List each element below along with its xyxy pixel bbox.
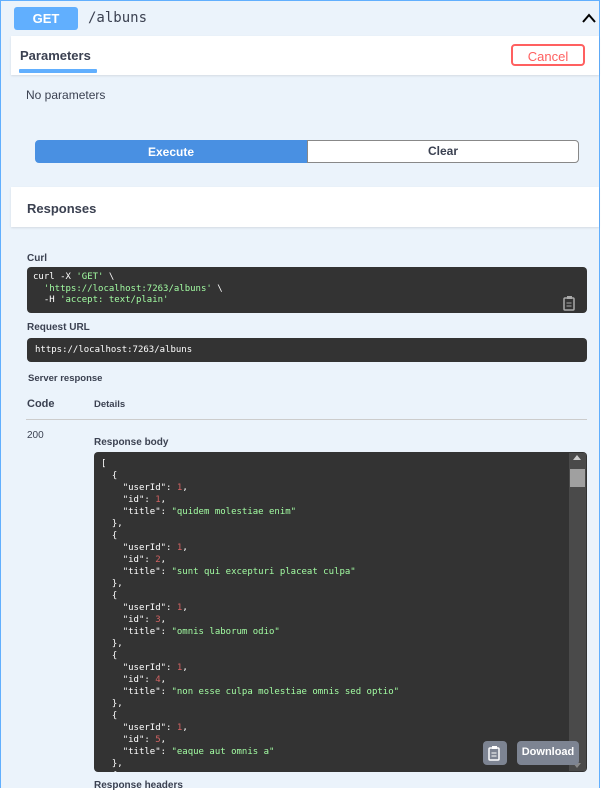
json-key-userid: "userId": [122, 483, 167, 493]
json-value-title: "sunt qui excepturi placeat culpa": [171, 567, 356, 577]
code-column-header: Code: [27, 398, 55, 410]
status-code: 200: [27, 430, 44, 441]
json-value-userid: 1: [176, 663, 183, 673]
tab-parameters[interactable]: Parameters: [20, 48, 91, 63]
table-divider: [26, 419, 587, 420]
json-key-title: "title": [122, 567, 161, 577]
json-key-title: "title": [122, 507, 161, 517]
details-column-header: Details: [94, 399, 126, 410]
responses-header: Responses: [11, 187, 599, 227]
clipboard-icon: [488, 746, 500, 761]
json-value-userid: 1: [176, 483, 183, 493]
scroll-thumb[interactable]: [570, 469, 585, 487]
json-value-userid: 1: [176, 723, 183, 733]
json-object: { "userId": 1, "id": 1, "title": "quidem…: [111, 471, 297, 529]
json-value-id: 4: [155, 675, 161, 685]
json-object: { "userId": 1, "id": 3, "title": "omnis …: [111, 591, 280, 649]
json-key-title: "title": [122, 747, 161, 757]
operation-path: /albuns: [88, 10, 148, 26]
json-key-userid: "userId": [122, 723, 167, 733]
curl-line1-end: \: [103, 272, 115, 282]
json-key-id: "id": [122, 495, 145, 505]
clear-button[interactable]: Clear: [307, 140, 579, 163]
responses-title: Responses: [27, 201, 97, 216]
json-key-title: "title": [122, 627, 161, 637]
json-value-id: 1: [155, 495, 161, 505]
json-key-userid: "userId": [122, 543, 167, 553]
json-key-userid: "userId": [122, 663, 167, 673]
no-parameters-text: No parameters: [26, 88, 106, 102]
json-value-title: "eaque aut omnis a": [171, 747, 275, 757]
curl-label: Curl: [27, 253, 47, 264]
execute-button[interactable]: Execute: [35, 140, 307, 163]
curl-method: 'GET': [76, 272, 104, 282]
scroll-up-arrow[interactable]: [573, 455, 581, 460]
json-key-id: "id": [122, 555, 145, 565]
curl-header: 'accept: text/plain': [60, 295, 169, 305]
json-value-userid: 1: [176, 603, 183, 613]
json-value-title: "omnis laborum odio": [171, 627, 280, 637]
json-object: { "userId": 1, "id": 2, "title": "sunt q…: [111, 531, 356, 589]
copy-icon[interactable]: [563, 295, 577, 311]
response-headers-label: Response headers: [94, 780, 183, 791]
json-value-id: 5: [155, 735, 161, 745]
json-bracket-open: [: [101, 459, 107, 469]
cancel-button[interactable]: Cancel: [511, 44, 585, 66]
json-value-title: "quidem molestiae enim": [171, 507, 297, 517]
json-value-id: 3: [155, 615, 161, 625]
json-key-id: "id": [122, 735, 145, 745]
curl-command[interactable]: curl -X 'GET' \ 'https://localhost:7263/…: [27, 267, 587, 313]
curl-cmd: curl -X: [33, 272, 77, 282]
chevron-up-icon[interactable]: [581, 12, 597, 24]
json-key-title: "title": [122, 687, 161, 697]
json-key-id: "id": [122, 615, 145, 625]
response-body-label: Response body: [94, 437, 169, 448]
curl-line2-end: \: [211, 283, 223, 294]
operation-block: GET /albuns Parameters Cancel No paramet…: [0, 0, 600, 791]
copy-response-button[interactable]: [483, 741, 507, 765]
json-value-id: 2: [155, 555, 161, 565]
json-next-object: {: [101, 771, 117, 772]
request-url-label: Request URL: [27, 322, 90, 333]
download-button[interactable]: Download: [517, 741, 579, 765]
response-body[interactable]: [ { "userId": 1, "id": 1, "title": "quid…: [94, 452, 587, 772]
response-body-scrollbar[interactable]: [569, 453, 586, 771]
json-object: { "userId": 1, "id": 4, "title": "non es…: [111, 651, 400, 709]
json-key-userid: "userId": [122, 603, 167, 613]
tab-active-indicator: [19, 69, 97, 73]
server-response-label: Server response: [28, 373, 103, 384]
json-value-title: "non esse culpa molestiae omnis sed opti…: [171, 687, 400, 697]
parameters-header: Parameters Cancel: [11, 36, 599, 75]
json-object: { "userId": 1, "id": 5, "title": "eaque …: [111, 711, 275, 769]
json-key-id: "id": [122, 675, 145, 685]
curl-header-flag: -H: [33, 295, 61, 305]
operation-summary[interactable]: GET /albuns: [1, 1, 599, 36]
json-value-userid: 1: [176, 543, 183, 553]
curl-url: 'https://localhost:7263/albuns': [43, 283, 212, 294]
request-url[interactable]: https://localhost:7263/albuns: [27, 338, 587, 362]
method-badge: GET: [14, 7, 78, 30]
